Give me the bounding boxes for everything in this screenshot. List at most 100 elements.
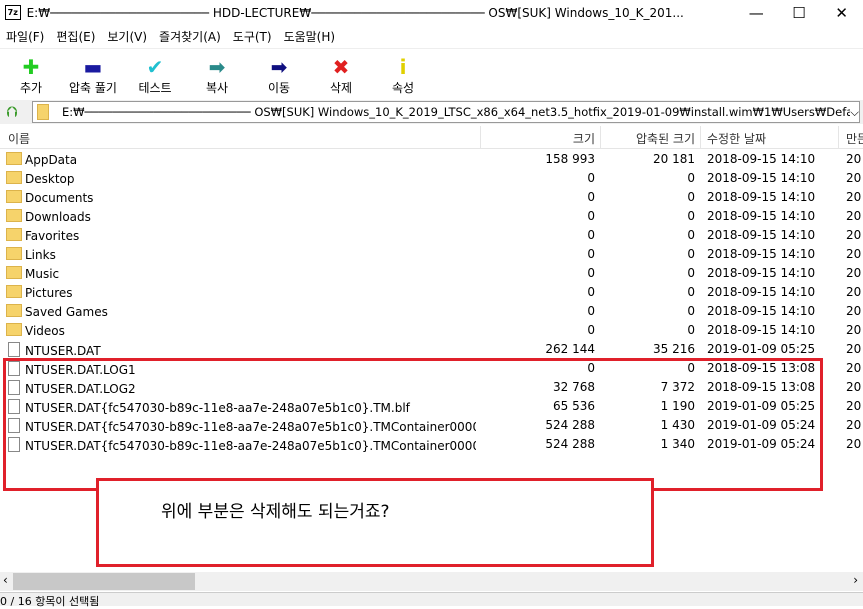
file-modified: 2018-09-15 14:10: [707, 304, 816, 318]
plus-icon: ✚: [22, 55, 40, 79]
toolbar-button[interactable]: ✖ 삭제: [310, 49, 372, 101]
toolbar-button[interactable]: ▬ 압축 풀기: [62, 49, 124, 101]
menu-item[interactable]: 파일(F): [6, 28, 44, 45]
folder-icon: [6, 190, 22, 203]
file-created: 20: [846, 418, 862, 432]
file-name: Desktop: [25, 172, 75, 186]
maximize-button[interactable]: ☐: [778, 4, 821, 22]
file-packed: 0: [687, 323, 695, 337]
app-icon: 7z: [5, 5, 21, 20]
menu-item[interactable]: 즐겨찾기(A): [159, 28, 221, 45]
file-packed: 35 216: [653, 342, 695, 356]
toolbar-button[interactable]: ➡ 복사: [186, 49, 248, 101]
file-created: 20: [846, 399, 862, 413]
minimize-button[interactable]: —: [735, 4, 778, 22]
minus-icon: ▬: [83, 55, 103, 79]
info-icon: i: [399, 55, 407, 79]
toolbar: ✚ 추가 ▬ 압축 풀기 ✔ 테스트 ➡ 복사 ➡ 이동 ✖ 삭제 i 속성: [0, 48, 863, 101]
toolbar-button[interactable]: i 속성: [372, 49, 434, 101]
address-input[interactable]: E:₩──────────────────────── OS₩[SUK] Win…: [32, 101, 860, 123]
list-item[interactable]: Pictures 0 0 2018-09-15 14:10 20: [0, 283, 863, 302]
folder-icon: [6, 266, 22, 279]
col-created[interactable]: 만든: [846, 130, 863, 147]
file-created: 20: [846, 209, 862, 223]
list-item[interactable]: AppData 158 993 20 181 2018-09-15 14:10 …: [0, 150, 863, 169]
file-modified: 2019-01-09 05:25: [707, 342, 816, 356]
col-packed[interactable]: 압축된 크기: [600, 130, 695, 147]
toolbar-button[interactable]: ✔ 테스트: [124, 49, 186, 101]
list-item[interactable]: Links 0 0 2018-09-15 14:10 20: [0, 245, 863, 264]
file-modified: 2018-09-15 14:10: [707, 266, 816, 280]
menu-item[interactable]: 도움말(H): [284, 28, 336, 45]
file-created: 20: [846, 152, 862, 166]
file-size: 158 993: [545, 152, 595, 166]
file-packed: 0: [687, 171, 695, 185]
col-size[interactable]: 크기: [480, 130, 595, 147]
list-item[interactable]: NTUSER.DAT 262 144 35 216 2019-01-09 05:…: [0, 340, 863, 359]
file-packed: 0: [687, 304, 695, 318]
window-title: E:₩────────────────────── HDD-LECTURE₩──…: [26, 5, 684, 20]
toolbar-label: 테스트: [138, 81, 172, 95]
file-created: 20: [846, 323, 862, 337]
chevron-down-icon[interactable]: ⌵: [850, 105, 859, 120]
list-item[interactable]: Documents 0 0 2018-09-15 14:10 20: [0, 188, 863, 207]
file-name: Pictures: [25, 286, 73, 300]
title-bar: 7z E:₩────────────────────── HDD-LECTURE…: [0, 0, 863, 25]
toolbar-label: 삭제: [329, 81, 353, 95]
file-created: 20: [846, 380, 862, 394]
file-modified: 2018-09-15 14:10: [707, 152, 816, 166]
file-created: 20: [846, 285, 862, 299]
list-item[interactable]: Desktop 0 0 2018-09-15 14:10 20: [0, 169, 863, 188]
menu-item[interactable]: 보기(V): [107, 28, 147, 45]
menu-bar: 파일(F) 편집(E) 보기(V) 즐겨찾기(A) 도구(T) 도움말(H): [0, 25, 335, 48]
toolbar-button[interactable]: ✚ 추가: [0, 49, 62, 101]
file-packed: 0: [687, 247, 695, 261]
list-item[interactable]: Videos 0 0 2018-09-15 14:10 20: [0, 321, 863, 340]
annotation-box: 위에 부분은 삭제해도 되는거죠?: [96, 478, 654, 567]
toolbar-button[interactable]: ➡ 이동: [248, 49, 310, 101]
list-item[interactable]: Favorites 0 0 2018-09-15 14:10 20: [0, 226, 863, 245]
file-packed: 0: [687, 228, 695, 242]
file-size: 0: [587, 171, 595, 185]
file-created: 20: [846, 228, 862, 242]
file-modified: 2018-09-15 14:10: [707, 228, 816, 242]
list-item[interactable]: Saved Games 0 0 2018-09-15 14:10 20: [0, 302, 863, 321]
file-name: Saved Games: [25, 305, 108, 319]
list-item[interactable]: Music 0 0 2018-09-15 14:10 20: [0, 264, 863, 283]
file-size: 0: [587, 323, 595, 337]
file-name: Music: [25, 267, 60, 281]
file-size: 262 144: [545, 342, 595, 356]
file-size: 0: [587, 266, 595, 280]
toolbar-label: 이동: [267, 81, 291, 95]
file-packed: 0: [687, 209, 695, 223]
up-folder-icon[interactable]: ⮉: [6, 103, 17, 121]
folder-icon: [6, 209, 22, 222]
scroll-right-icon[interactable]: ›: [853, 573, 858, 587]
folder-icon: [37, 104, 49, 120]
col-modified[interactable]: 수정한 날짜: [707, 130, 837, 147]
copy-arrow-icon: ➡: [208, 55, 226, 79]
folder-icon: [6, 152, 22, 165]
scroll-left-icon[interactable]: ‹: [3, 573, 8, 587]
file-modified: 2018-09-15 14:10: [707, 323, 816, 337]
file-created: 20: [846, 361, 862, 375]
horizontal-scrollbar[interactable]: ‹ ›: [0, 572, 863, 591]
menu-item[interactable]: 도구(T): [233, 28, 272, 45]
file-modified: 2018-09-15 14:10: [707, 247, 816, 261]
file-icon: [8, 342, 20, 357]
folder-icon: [6, 285, 22, 298]
status-text: 0 / 16 항목이 선택됨: [0, 595, 100, 608]
col-name[interactable]: 이름: [8, 130, 478, 147]
file-name: Favorites: [25, 229, 80, 243]
scroll-thumb[interactable]: [13, 573, 195, 590]
file-name: Documents: [25, 191, 94, 205]
file-packed: 0: [687, 285, 695, 299]
file-name: AppData: [25, 153, 78, 167]
close-button[interactable]: ✕: [820, 4, 863, 22]
folder-icon: [6, 323, 22, 336]
menu-item[interactable]: 편집(E): [56, 28, 95, 45]
move-arrow-icon: ➡: [270, 55, 288, 79]
list-item[interactable]: Downloads 0 0 2018-09-15 14:10 20: [0, 207, 863, 226]
file-created: 20: [846, 247, 862, 261]
toolbar-label: 복사: [205, 81, 229, 95]
